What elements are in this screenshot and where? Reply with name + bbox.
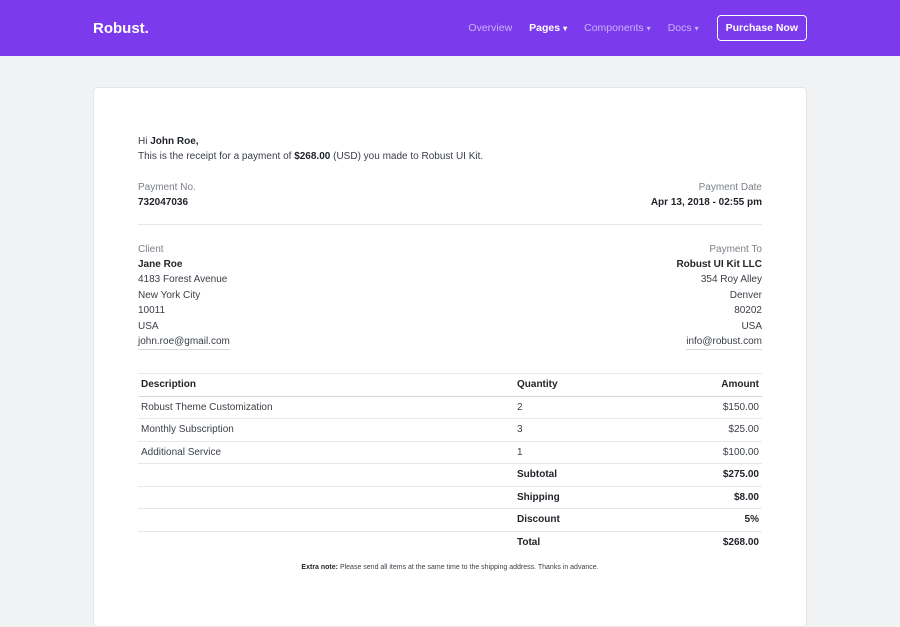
nav-components-label: Components — [584, 22, 644, 34]
total-label: Total — [514, 530, 634, 554]
greeting-line: Hi John Roe, — [138, 134, 762, 149]
payment-no-value: 732047036 — [138, 197, 189, 208]
summary-row-shipping: Shipping $8.00 — [138, 485, 762, 509]
item-quantity: 1 — [514, 440, 634, 464]
shipping-value: $8.00 — [634, 485, 762, 509]
payto-country: USA — [741, 320, 762, 332]
greeting: Hi John Roe, This is the receipt for a p… — [138, 134, 762, 164]
discount-value: 5% — [634, 508, 762, 531]
customer-name: John Roe, — [150, 136, 199, 147]
subtotal-value: $275.00 — [634, 463, 762, 486]
empty-cell — [138, 508, 514, 531]
nav-docs[interactable]: Docs ▾ — [668, 22, 699, 34]
table-header-row: Description Quantity Amount — [138, 373, 762, 397]
payto-label: Payment To — [709, 244, 762, 255]
chevron-down-icon: ▾ — [563, 23, 568, 33]
payment-number: Payment No. 732047036 — [138, 180, 196, 210]
message-before: This is the receipt for a payment of — [138, 151, 292, 162]
nav-pages[interactable]: Pages ▾ — [529, 22, 567, 34]
navbar: Robust. Overview Pages ▾ Components ▾ Docs… — [0, 0, 900, 56]
nav-menu: Overview Pages ▾ Components ▾ Docs ▾ Purcha… — [468, 15, 807, 41]
payto-email-link[interactable]: info@robust.com — [686, 335, 762, 350]
empty-cell — [138, 530, 514, 554]
payto-zip: 80202 — [734, 305, 762, 316]
items-table: Description Quantity Amount Robust Theme… — [138, 373, 762, 554]
payment-date: Payment Date Apr 13, 2018 - 02:55 pm — [651, 180, 762, 210]
brand-logo[interactable]: Robust. — [93, 20, 149, 37]
extra-note: Extra note: Please send all items at the… — [94, 564, 806, 571]
extra-note-text: Please send all items at the same time t… — [339, 564, 599, 571]
item-description: Robust Theme Customization — [138, 395, 514, 419]
divider — [138, 224, 762, 225]
message-after: (USD) you made to Robust UI Kit. — [333, 151, 484, 162]
summary-row-subtotal: Subtotal $275.00 — [138, 463, 762, 486]
purchase-now-button[interactable]: Purchase Now — [716, 15, 807, 41]
client-label: Client — [138, 244, 164, 255]
item-amount: $25.00 — [634, 418, 762, 441]
payment-amount: $268.00 — [294, 151, 331, 162]
client-info: Client Jane Roe 4183 Forest Avenue New Y… — [138, 242, 230, 350]
payment-date-label: Payment Date — [698, 182, 762, 193]
nav-pages-label: Pages — [529, 22, 561, 34]
payto-name: Robust UI Kit LLC — [676, 259, 762, 270]
payto-info: Payment To Robust UI Kit LLC 354 Roy All… — [676, 242, 762, 350]
client-email-link[interactable]: john.roe@gmail.com — [138, 335, 230, 350]
item-amount: $100.00 — [634, 440, 762, 464]
summary-row-discount: Discount 5% — [138, 508, 762, 531]
summary-row-total: Total $268.00 — [138, 530, 762, 554]
receipt-card: Hi John Roe, This is the receipt for a p… — [93, 87, 807, 627]
item-quantity: 2 — [514, 395, 634, 419]
item-description: Monthly Subscription — [138, 418, 514, 441]
header-amount: Amount — [634, 373, 762, 397]
nav-docs-label: Docs — [667, 22, 692, 34]
empty-cell — [138, 463, 514, 486]
nav-components[interactable]: Components ▾ — [584, 22, 651, 34]
item-description: Additional Service — [138, 440, 514, 464]
table-row: Additional Service 1 $100.00 — [138, 440, 762, 464]
header-quantity: Quantity — [514, 373, 634, 397]
extra-note-label: Extra note: — [301, 564, 338, 571]
address-block: Client Jane Roe 4183 Forest Avenue New Y… — [138, 242, 762, 350]
payto-street: 354 Roy Alley — [700, 274, 762, 285]
greeting-hi: Hi — [138, 136, 148, 147]
client-zip: 10011 — [138, 305, 166, 316]
item-amount: $150.00 — [634, 395, 762, 419]
payto-city: Denver — [729, 289, 762, 301]
header-description: Description — [138, 373, 514, 397]
client-city: New York City — [138, 289, 201, 301]
discount-label: Discount — [514, 508, 634, 531]
client-country: USA — [138, 320, 159, 332]
nav-overview[interactable]: Overview — [468, 22, 512, 34]
client-street: 4183 Forest Avenue — [138, 274, 228, 285]
chevron-down-icon: ▾ — [646, 23, 651, 33]
nav-overview-label: Overview — [468, 22, 513, 34]
table-row: Robust Theme Customization 2 $150.00 — [138, 395, 762, 419]
subtotal-label: Subtotal — [514, 463, 634, 486]
payment-no-label: Payment No. — [138, 182, 196, 193]
empty-cell — [138, 485, 514, 509]
total-value: $268.00 — [634, 530, 762, 554]
client-name: Jane Roe — [138, 259, 183, 270]
table-row: Monthly Subscription 3 $25.00 — [138, 418, 762, 441]
chevron-down-icon: ▾ — [694, 23, 699, 33]
payment-date-value: Apr 13, 2018 - 02:55 pm — [650, 197, 762, 208]
item-quantity: 3 — [514, 418, 634, 441]
shipping-label: Shipping — [514, 485, 634, 509]
payment-info: Payment No. 732047036 Payment Date Apr 1… — [138, 180, 762, 210]
receipt-message: This is the receipt for a payment of $26… — [138, 149, 762, 164]
